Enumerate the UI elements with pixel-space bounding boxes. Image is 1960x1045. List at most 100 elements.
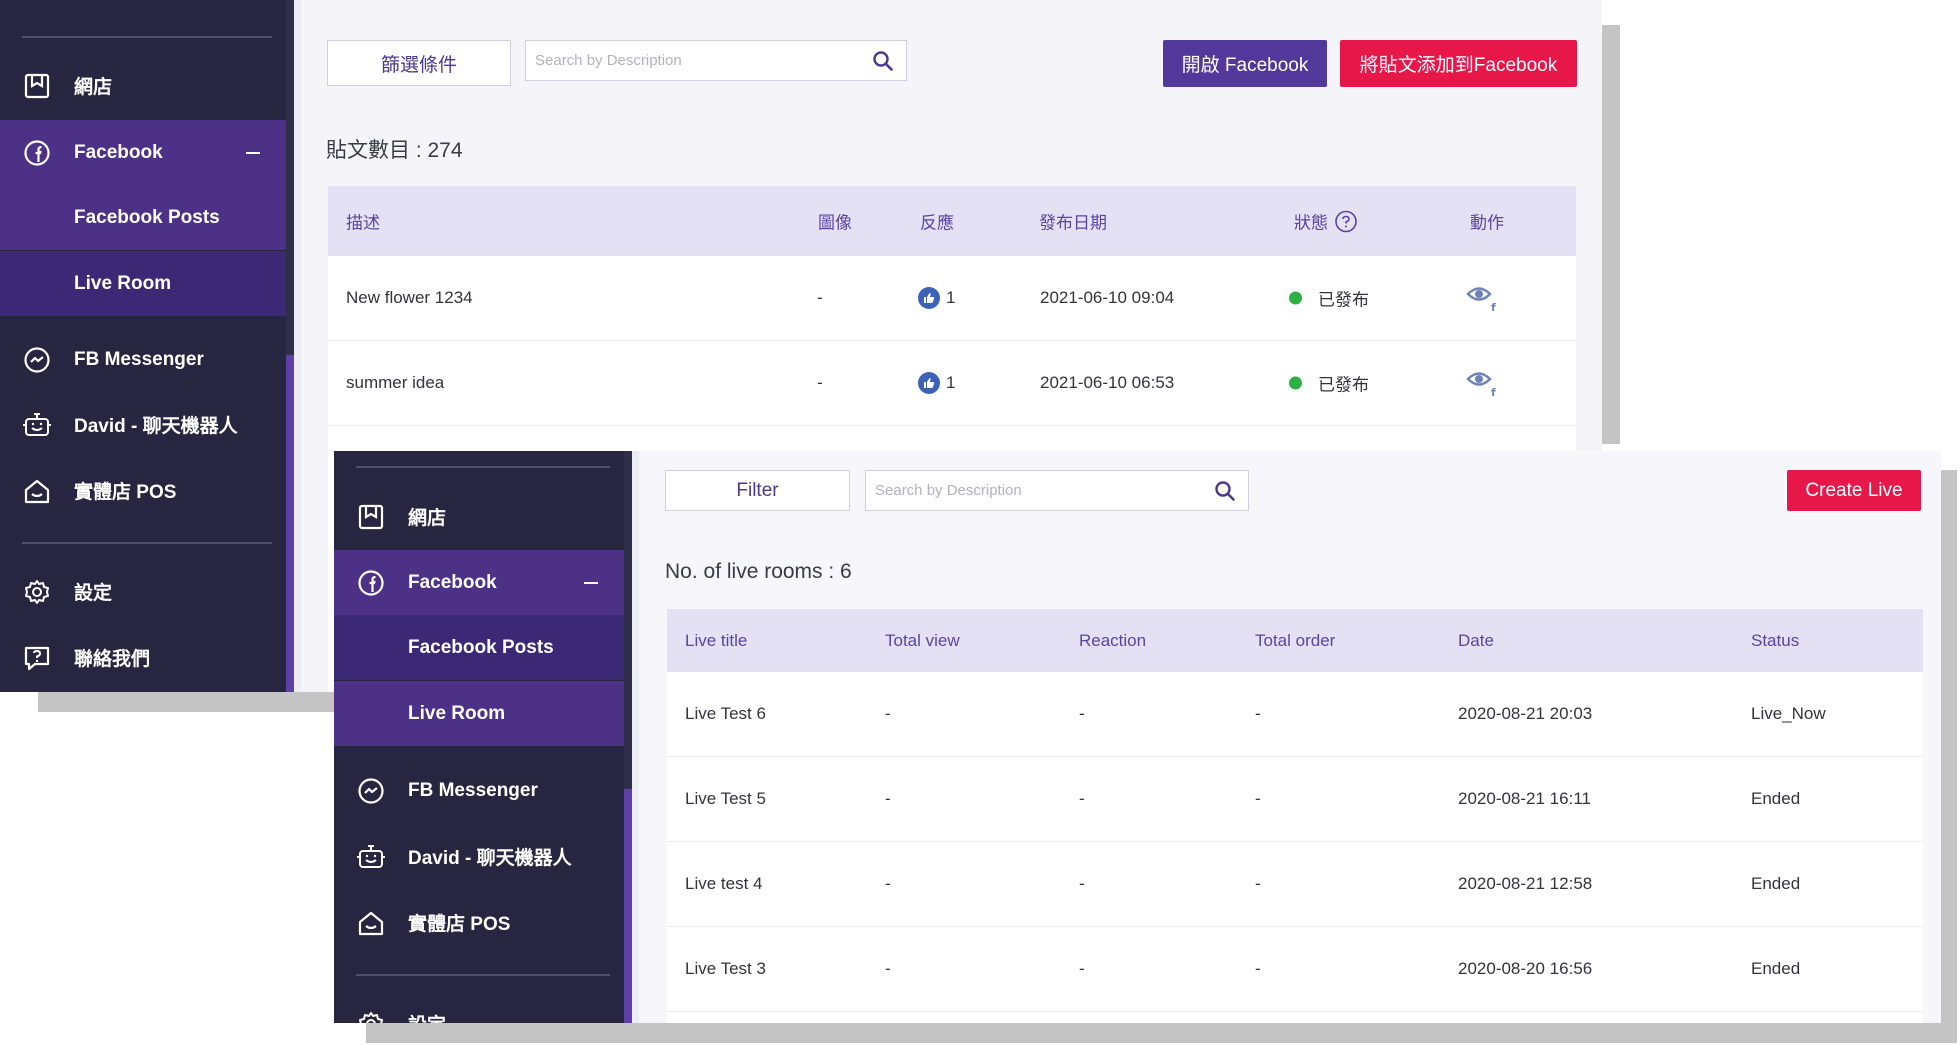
sidebar-item-facebook[interactable]: Facebook (334, 550, 624, 615)
column-header-action[interactable]: 動作 (1470, 209, 1504, 234)
cell-total-order: - (1255, 959, 1261, 978)
view-on-facebook-icon[interactable]: f (1466, 368, 1500, 398)
cell-total-view: - (885, 789, 891, 808)
sidebar-item-chatbot[interactable]: David - 聊天機器人 (334, 824, 624, 889)
sidebar-item-live-room[interactable]: Live Room (0, 251, 286, 316)
sidebar-item-label: Facebook (74, 141, 163, 163)
live-rooms-table: Live title Total view Reaction Total ord… (667, 609, 1923, 1023)
cell-date: 2020-08-21 16:11 (1458, 789, 1591, 808)
cell-date: 2020-08-20 16:56 (1458, 959, 1593, 978)
gear-icon (22, 577, 52, 607)
search-field[interactable] (865, 470, 1249, 511)
help-icon[interactable] (1334, 209, 1358, 233)
column-header-status[interactable]: 狀態 (1294, 209, 1358, 234)
sidebar-item-fb-messenger[interactable]: FB Messenger (0, 327, 286, 392)
like-icon (918, 372, 940, 394)
sidebar-item-label: FB Messenger (74, 348, 204, 370)
gear-icon (356, 1009, 386, 1023)
create-live-button[interactable]: Create Live (1787, 470, 1921, 511)
search-icon[interactable] (1214, 480, 1236, 502)
cell-date: 2020-08-21 12:58 (1458, 874, 1593, 893)
cell-status: Ended (1751, 789, 1801, 808)
column-header-total-order[interactable]: Total order (1255, 631, 1335, 651)
reaction-count: 1 (946, 288, 956, 307)
open-facebook-button[interactable]: 開啟 Facebook (1163, 40, 1327, 87)
sidebar-item-label: Live Room (408, 702, 506, 724)
content-edge (632, 451, 639, 1023)
filter-button[interactable]: Filter (665, 470, 850, 511)
sidebar-item-facebook[interactable]: Facebook (0, 120, 286, 185)
table-row[interactable]: Live Test 6 - - - 2020-08-21 20:03 Live_… (667, 672, 1923, 757)
table-row[interactable]: Live Test 3 - - - 2020-08-20 16:56 Ended (667, 927, 1923, 1012)
status-label: 已發布 (1318, 290, 1369, 310)
column-header-live-title[interactable]: Live title (685, 631, 747, 651)
cell-total-order: - (1255, 789, 1261, 808)
search-input[interactable] (526, 52, 830, 69)
sidebar: 網店 Facebook Facebook Posts Live Room FB … (334, 451, 632, 1023)
column-header-status[interactable]: Status (1751, 631, 1799, 651)
front-panel-shadow-bottom (366, 1023, 1957, 1043)
sidebar: 網店 Facebook Facebook Posts Live Room FB … (0, 0, 294, 692)
sidebar-item-label: Facebook Posts (408, 636, 554, 658)
sidebar-item-settings[interactable]: 設定 (0, 559, 286, 624)
table-row[interactable]: Live Test 5 - - - 2020-08-21 16:11 Ended (667, 757, 1923, 842)
search-input[interactable] (866, 482, 1172, 499)
column-header-status-label: 狀態 (1294, 213, 1328, 233)
sidebar-item-label: Live Room (74, 272, 172, 294)
cell-live-title: Live Test 3 (685, 959, 766, 978)
content-edge (294, 0, 301, 692)
sidebar-item-facebook-posts[interactable]: Facebook Posts (0, 185, 286, 250)
sidebar-item-chatbot[interactable]: David - 聊天機器人 (0, 392, 286, 457)
sidebar-item-facebook-posts[interactable]: Facebook Posts (334, 615, 624, 680)
column-header-description[interactable]: 描述 (346, 209, 380, 234)
sidebar-item-label: Facebook Posts (74, 206, 220, 228)
main-content: Filter Create Live No. of live rooms : 6… (632, 451, 1941, 1023)
cell-status: 已發布 (1289, 286, 1369, 311)
sidebar-item-store[interactable]: 網店 (334, 484, 624, 549)
cell-description: summer idea (346, 373, 445, 392)
sidebar-item-label: 網店 (408, 508, 447, 529)
cell-date: 2020-08-21 20:03 (1458, 704, 1593, 723)
messenger-icon (356, 776, 386, 806)
column-header-reaction[interactable]: Reaction (1079, 631, 1146, 651)
search-icon[interactable] (872, 50, 894, 72)
cell-reaction: - (1079, 789, 1085, 808)
table-row[interactable]: summer idea - 1 2021-06-10 06:53 已發布 f (328, 341, 1576, 426)
sidebar-scrollbar-thumb[interactable] (624, 789, 632, 1023)
add-post-to-facebook-button[interactable]: 將貼文添加到Facebook (1340, 40, 1577, 87)
status-label: 已發布 (1318, 375, 1369, 395)
sidebar-item-label: 設定 (408, 1010, 446, 1023)
column-header-reaction[interactable]: 反應 (920, 209, 954, 234)
reaction-count: 1 (946, 373, 956, 392)
sidebar-item-live-room[interactable]: Live Room (334, 681, 624, 746)
sidebar-item-contact[interactable]: 聯絡我們 (0, 625, 286, 690)
table-header: Live title Total view Reaction Total ord… (667, 609, 1923, 672)
sidebar-item-label: FB Messenger (408, 779, 538, 801)
sidebar-item-label: David - 聊天機器人 (408, 848, 572, 869)
sidebar-item-fb-messenger[interactable]: FB Messenger (334, 758, 624, 823)
filter-button[interactable]: 篩選條件 (327, 40, 511, 86)
like-icon (918, 287, 940, 309)
table-row[interactable]: New flower 1234 - 1 2021-06-10 09:04 已發布… (328, 256, 1576, 341)
sidebar-scrollbar-thumb[interactable] (286, 355, 294, 692)
sidebar-divider (22, 36, 272, 38)
column-header-total-view[interactable]: Total view (885, 631, 960, 651)
sidebar-item-pos[interactable]: 實體店 POS (0, 458, 286, 523)
search-field[interactable] (525, 40, 907, 81)
view-on-facebook-icon[interactable]: f (1466, 283, 1500, 313)
sidebar-item-pos[interactable]: 實體店 POS (334, 890, 624, 955)
cell-description: New flower 1234 (346, 288, 473, 307)
live-room-count: No. of live rooms : 6 (665, 560, 852, 583)
column-header-date[interactable]: 發布日期 (1039, 209, 1107, 234)
collapse-icon[interactable] (584, 581, 598, 584)
status-dot (1289, 291, 1302, 305)
column-header-image[interactable]: 圖像 (818, 209, 852, 234)
sidebar-item-settings[interactable]: 設定 (334, 991, 624, 1023)
cell-status: Live_Now (1751, 704, 1826, 723)
table-row[interactable]: Live test 4 - - - 2020-08-21 12:58 Ended (667, 842, 1923, 927)
sidebar-item-store[interactable]: 網店 (0, 53, 286, 118)
column-header-date[interactable]: Date (1458, 631, 1494, 651)
collapse-icon[interactable] (246, 151, 260, 154)
svg-text:f: f (1491, 386, 1496, 398)
cell-total-order: - (1255, 874, 1261, 893)
